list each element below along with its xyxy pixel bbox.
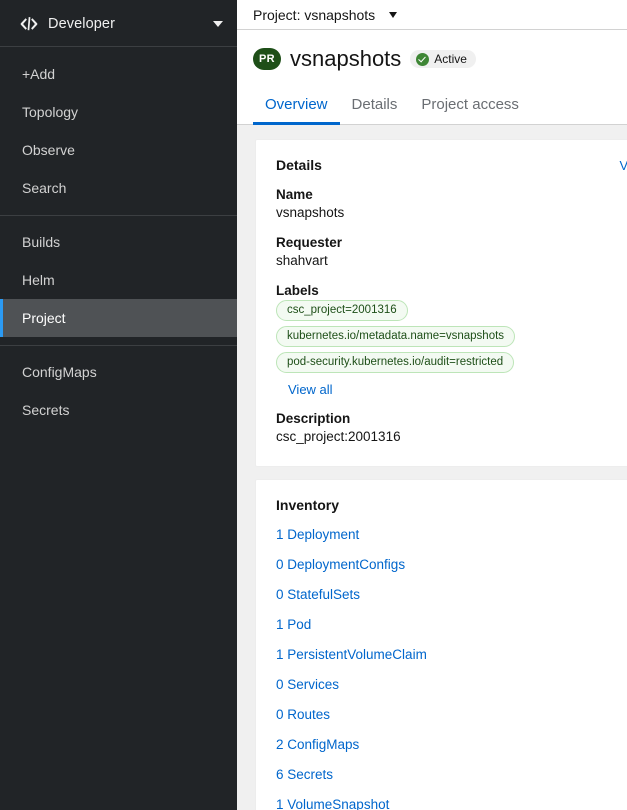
inventory-card-title: Inventory xyxy=(276,497,340,513)
chevron-down-icon xyxy=(389,11,398,18)
labels-label: Labels xyxy=(276,283,319,298)
sidebar-item-project[interactable]: Project xyxy=(0,299,237,337)
name-value: vsnapshots xyxy=(276,205,345,220)
inventory-item-configmaps[interactable]: 2 ConfigMaps xyxy=(276,737,359,753)
inventory-card: Inventory 1 Deployment 0 DeploymentConfi… xyxy=(255,479,627,810)
labels-view-all-wrap: View all xyxy=(276,381,627,397)
sidebar-item-observe[interactable]: Observe xyxy=(0,131,237,169)
label-chip[interactable]: csc_project=2001316 xyxy=(276,300,408,321)
resource-type-badge: PR xyxy=(253,48,281,70)
sidebar-item-secrets[interactable]: Secrets xyxy=(0,391,237,429)
label-chip[interactable]: kubernetes.io/metadata.name=vsnapshots xyxy=(276,326,516,347)
page-title: vsnapshots xyxy=(290,46,402,71)
label-chip[interactable]: pod-security.kubernetes.io/audit=restric… xyxy=(276,352,515,373)
inventory-list: 1 Deployment 0 DeploymentConfigs 0 State… xyxy=(276,527,627,810)
main-content-area: Project: vsnapshots PR vsnapshots Active… xyxy=(237,0,627,810)
console-app: Developer +Add Topology Observe Search B… xyxy=(0,0,627,810)
description-value: csc_project:2001316 xyxy=(276,429,401,444)
requester-label: Requester xyxy=(276,235,343,250)
sidebar-item-add[interactable]: +Add xyxy=(0,55,237,93)
project-selector-dropdown[interactable]: Project: vsnapshots xyxy=(253,6,398,23)
requester-value: shahvart xyxy=(276,253,328,268)
page-header: PR vsnapshots Active xyxy=(237,30,627,86)
inventory-item-statefulsets[interactable]: 0 StatefulSets xyxy=(276,587,360,603)
nav-group-config: ConfigMaps Secrets xyxy=(0,345,237,437)
inventory-item-volumesnapshot[interactable]: 1 VolumeSnapshot xyxy=(276,797,389,810)
project-bar: Project: vsnapshots xyxy=(237,0,627,30)
nav-group-primary: +Add Topology Observe Search xyxy=(0,47,237,215)
inventory-item-services[interactable]: 0 Services xyxy=(276,677,339,693)
labels-list: csc_project=2001316 kubernetes.io/metada… xyxy=(276,300,627,373)
sidebar-item-search[interactable]: Search xyxy=(0,169,237,207)
overview-content: Details View all Name vsnapshots Request… xyxy=(237,125,627,810)
tab-bar: Overview Details Project access xyxy=(237,86,627,125)
chevron-down-icon[interactable] xyxy=(213,20,223,27)
details-card: Details View all Name vsnapshots Request… xyxy=(255,139,627,467)
project-selector-label: Project: vsnapshots xyxy=(253,6,376,23)
inventory-item-persistentvolumeclaim[interactable]: 1 PersistentVolumeClaim xyxy=(276,647,427,663)
tab-project-access[interactable]: Project access xyxy=(409,86,531,124)
primary-sidebar: Developer +Add Topology Observe Search B… xyxy=(0,0,237,810)
labels-view-all-link[interactable]: View all xyxy=(288,382,333,397)
perspective-label: Developer xyxy=(48,15,115,32)
sidebar-item-configmaps[interactable]: ConfigMaps xyxy=(0,353,237,391)
check-circle-icon xyxy=(416,52,430,66)
name-label: Name xyxy=(276,187,313,202)
status-badge: Active xyxy=(410,50,476,68)
sidebar-item-helm[interactable]: Helm xyxy=(0,261,237,299)
nav-group-resources: Builds Helm Project xyxy=(0,215,237,345)
inventory-item-deploymentconfigs[interactable]: 0 DeploymentConfigs xyxy=(276,557,405,573)
tab-details[interactable]: Details xyxy=(340,86,410,124)
status-label: Active xyxy=(434,52,467,66)
inventory-item-pod[interactable]: 1 Pod xyxy=(276,617,311,633)
details-view-all-link[interactable]: View all xyxy=(619,158,627,173)
tab-overview[interactable]: Overview xyxy=(253,86,340,125)
inventory-item-routes[interactable]: 0 Routes xyxy=(276,707,330,723)
details-card-title: Details xyxy=(276,157,322,173)
sidebar-item-builds[interactable]: Builds xyxy=(0,223,237,261)
inventory-item-secrets[interactable]: 6 Secrets xyxy=(276,767,333,783)
inventory-item-deployment[interactable]: 1 Deployment xyxy=(276,527,359,543)
sidebar-item-topology[interactable]: Topology xyxy=(0,93,237,131)
page-title-row: PR vsnapshots Active xyxy=(253,46,611,86)
details-card-header: Details View all xyxy=(276,157,627,173)
description-label: Description xyxy=(276,411,351,426)
inventory-card-header: Inventory xyxy=(276,497,627,513)
perspective-switcher[interactable]: Developer xyxy=(0,0,237,47)
code-icon xyxy=(20,15,38,33)
